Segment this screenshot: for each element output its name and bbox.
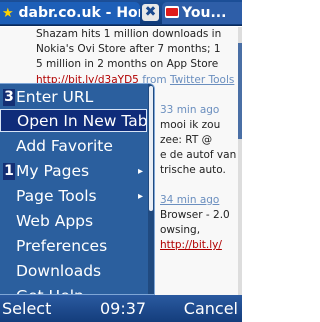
timestamp: 33 min ago <box>160 104 220 116</box>
menu-item-open-in-new-tab[interactable]: Open In New Tab <box>0 109 148 132</box>
shortcut-badge: 3 <box>3 89 15 106</box>
shortcut-badge: 1 <box>3 163 15 180</box>
menu-item-page-tools[interactable]: Page Tools ▸ <box>0 185 147 208</box>
chevron-right-icon: ▸ <box>137 191 143 202</box>
source-link[interactable]: Twitter Tools <box>170 74 234 86</box>
tweet-link[interactable]: http://bit.ly/ <box>160 239 222 251</box>
tab-title: You... <box>182 5 227 21</box>
clock: 09:37 <box>100 299 147 318</box>
tab-dabr-home[interactable]: ★ dabr.co.uk - Home <box>0 2 140 24</box>
softkey-bar: Select 09:37 Cancel <box>0 295 242 322</box>
tab-youtube[interactable]: You... <box>162 2 242 24</box>
select-softkey[interactable]: Select <box>2 297 51 320</box>
close-icon[interactable]: ✖ <box>142 4 159 21</box>
menu-item-get-help[interactable]: Get Help <box>0 285 147 294</box>
page-scrollbar[interactable] <box>238 27 242 295</box>
chevron-right-icon: ▸ <box>137 166 143 177</box>
cancel-softkey[interactable]: Cancel <box>184 297 238 320</box>
youtube-icon <box>165 6 179 18</box>
menu-item-preferences[interactable]: Preferences <box>0 235 147 258</box>
tweet-3: 34 min ago Browser - 2.0 owsing, http://… <box>160 194 230 251</box>
menu-item-downloads[interactable]: Downloads <box>0 260 147 283</box>
tweet-2: 33 min ago mooi ik zou zee: RT @ e de au… <box>160 104 237 176</box>
tweet-text: Shazam hits 1 million downloads in Nokia… <box>36 28 222 70</box>
options-menu: 3 Enter URL Open In New Tab Add Favorite… <box>0 83 155 295</box>
tab-title: dabr.co.uk - Home <box>18 5 140 21</box>
timestamp[interactable]: 34 min ago <box>160 194 219 206</box>
menu-item-enter-url[interactable]: 3 Enter URL <box>0 86 147 109</box>
menu-scrollbar[interactable] <box>148 84 154 294</box>
menu-item-my-pages[interactable]: 1 My Pages ▸ <box>0 160 147 183</box>
star-icon: ★ <box>2 6 14 21</box>
menu-item-web-apps[interactable]: Web Apps <box>0 210 147 233</box>
tab-bar: ★ dabr.co.uk - Home ✖ You... <box>0 0 242 26</box>
menu-item-add-favorite[interactable]: Add Favorite <box>0 135 147 158</box>
